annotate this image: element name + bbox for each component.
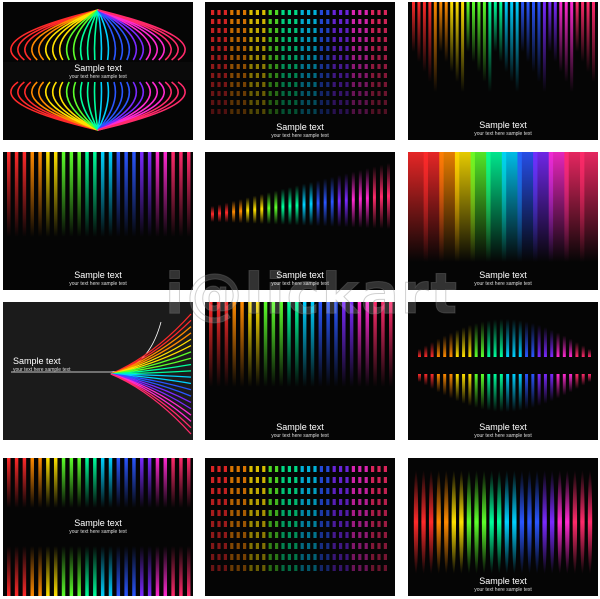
sample-title: Sample text	[13, 356, 61, 366]
background-tile-12: Sample text your text here sample text	[408, 458, 598, 596]
background-tile-4: Sample text your text here sample text	[3, 152, 193, 290]
sample-title: Sample text	[74, 270, 122, 280]
sample-subtitle: your text here sample text	[69, 529, 127, 535]
sample-title: Sample text	[74, 63, 122, 73]
sample-title: Sample text	[74, 518, 122, 528]
sample-title: Sample text	[479, 576, 527, 586]
background-tile-3: Sample text your text here sample text	[408, 2, 598, 140]
rainbow-dot-grid-art	[211, 466, 387, 571]
sample-title: Sample text	[276, 122, 324, 132]
sample-title: Sample text	[276, 270, 324, 280]
background-tile-11	[205, 458, 395, 596]
sample-title: Sample text	[479, 422, 527, 432]
sample-subtitle: your text here sample text	[474, 587, 532, 593]
sample-subtitle: your text here sample text	[69, 74, 127, 80]
sample-title: Sample text	[276, 422, 324, 432]
rainbow-spikes-art	[418, 319, 591, 412]
rainbow-columns-art	[209, 302, 393, 387]
background-tile-2: Sample text your text here sample text	[205, 2, 395, 140]
sample-subtitle: your text here sample text	[474, 281, 532, 287]
background-tile-7: Sample text your text here sample text	[3, 302, 193, 440]
background-tile-1: Sample text your text here sample text	[3, 2, 193, 140]
sample-subtitle: your text here sample text	[474, 131, 532, 137]
background-tile-6: Sample text your text here sample text	[408, 152, 598, 290]
background-tile-10: Sample text your text here sample text	[3, 458, 193, 596]
sample-title: Sample text	[479, 120, 527, 130]
background-tile-9: Sample text your text here sample text	[408, 302, 598, 440]
sample-title: Sample text	[479, 270, 527, 280]
sample-subtitle: your text here sample text	[13, 367, 71, 373]
sample-subtitle: your text here sample text	[69, 281, 127, 287]
background-tile-8: Sample text your text here sample text	[205, 302, 395, 440]
rainbow-grid-art	[211, 10, 387, 114]
sample-subtitle: your text here sample text	[271, 433, 329, 439]
sample-subtitle: your text here sample text	[271, 281, 329, 287]
sample-subtitle: your text here sample text	[474, 433, 532, 439]
background-tile-5: Sample text your text here sample text	[205, 152, 395, 290]
sample-subtitle: your text here sample text	[271, 133, 329, 139]
